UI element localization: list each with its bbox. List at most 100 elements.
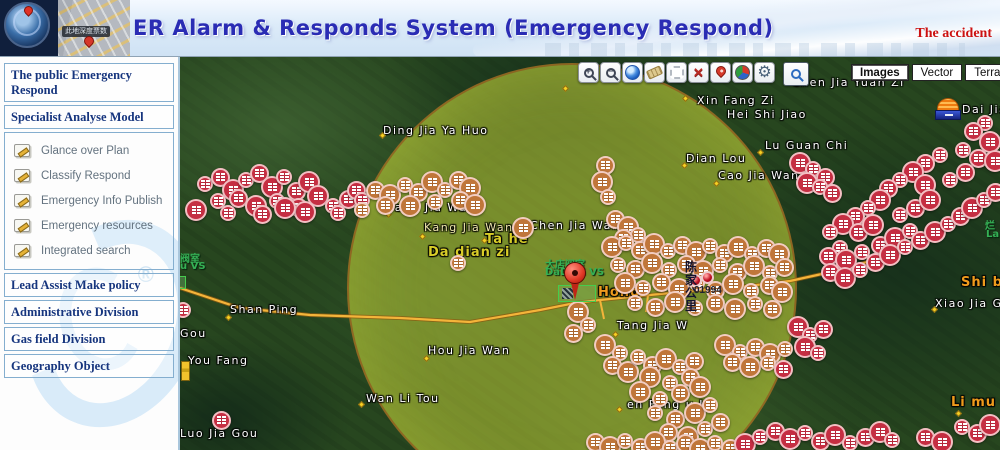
zoom-out-button[interactable] bbox=[600, 62, 621, 83]
extent-select-button[interactable] bbox=[666, 62, 687, 83]
accident-pin[interactable] bbox=[564, 262, 586, 302]
building-marker[interactable] bbox=[220, 205, 236, 221]
building-glyph bbox=[631, 265, 640, 273]
gas-facility-icon[interactable] bbox=[935, 98, 961, 123]
building-marker[interactable] bbox=[884, 432, 900, 448]
building-marker[interactable] bbox=[294, 201, 316, 223]
building-marker[interactable] bbox=[777, 341, 793, 357]
building-marker[interactable] bbox=[706, 294, 725, 313]
building-marker[interactable] bbox=[610, 257, 626, 273]
add-marker-button[interactable] bbox=[710, 62, 731, 83]
building-glyph bbox=[944, 220, 953, 228]
building-glyph bbox=[959, 146, 968, 154]
building-marker[interactable] bbox=[747, 296, 763, 312]
sidebar-header-geography-object[interactable]: Geography Object bbox=[4, 354, 174, 378]
base-layer-images-button[interactable]: Images bbox=[851, 64, 909, 81]
sidebar-item-label: Glance over Plan bbox=[41, 145, 129, 157]
sidebar-header-lead-assist-make-policy[interactable]: Lead Assist Make policy bbox=[4, 273, 174, 297]
building-marker[interactable] bbox=[185, 199, 207, 221]
building-marker[interactable] bbox=[274, 197, 296, 219]
derrick-icon[interactable] bbox=[181, 361, 190, 381]
building-marker[interactable] bbox=[641, 252, 663, 274]
building-glyph bbox=[909, 168, 918, 176]
building-marker[interactable] bbox=[862, 214, 884, 236]
building-marker[interactable] bbox=[564, 324, 583, 343]
sidebar-item-classify-respond[interactable]: Classify Respond bbox=[5, 163, 173, 188]
building-marker[interactable] bbox=[330, 205, 346, 221]
building-marker[interactable] bbox=[711, 413, 730, 432]
building-marker[interactable] bbox=[712, 257, 728, 273]
sidebar-item-glance-over-plan[interactable]: Glance over Plan bbox=[5, 138, 173, 163]
building-marker[interactable] bbox=[702, 397, 718, 413]
sidebar-header-specialist-analyse[interactable]: Specialist Analyse Model bbox=[4, 105, 174, 129]
building-glyph bbox=[888, 436, 897, 444]
pan-globe-button[interactable] bbox=[622, 62, 643, 83]
building-marker[interactable] bbox=[979, 414, 1000, 436]
search-button[interactable] bbox=[783, 62, 809, 86]
building-marker[interactable] bbox=[376, 196, 395, 215]
building-marker[interactable] bbox=[822, 224, 838, 240]
building-marker[interactable] bbox=[646, 298, 665, 317]
building-marker[interactable] bbox=[823, 184, 842, 203]
alarm-dot-marker[interactable] bbox=[701, 271, 714, 284]
base-layer-vector-button[interactable]: Vector bbox=[912, 64, 963, 81]
building-glyph bbox=[216, 173, 225, 181]
building-marker[interactable] bbox=[671, 384, 690, 403]
building-marker[interactable] bbox=[464, 194, 486, 216]
building-marker[interactable] bbox=[775, 258, 794, 277]
building-marker[interactable] bbox=[986, 183, 1000, 202]
clear-button[interactable] bbox=[688, 62, 709, 83]
sidebar-item-emergency-resources[interactable]: Emergency resources bbox=[5, 213, 173, 238]
building-marker[interactable] bbox=[399, 195, 421, 217]
building-marker[interactable] bbox=[629, 381, 651, 403]
building-marker[interactable] bbox=[984, 150, 1000, 172]
building-marker[interactable] bbox=[635, 280, 651, 296]
building-marker[interactable] bbox=[664, 291, 686, 313]
building-marker[interactable] bbox=[276, 169, 292, 185]
building-marker[interactable] bbox=[253, 205, 272, 224]
building-marker[interactable] bbox=[600, 189, 616, 205]
building-glyph bbox=[796, 159, 805, 167]
building-marker[interactable] bbox=[931, 431, 953, 450]
sidebar-item-emergency-info-publish[interactable]: Emergency Info Publish bbox=[5, 188, 173, 213]
building-glyph bbox=[968, 204, 977, 212]
sidebar-header-gas-field-division[interactable]: Gas field Division bbox=[4, 327, 174, 351]
measure-button[interactable] bbox=[644, 62, 665, 83]
building-glyph bbox=[441, 186, 450, 194]
building-marker[interactable] bbox=[814, 320, 833, 339]
zoom-in-button[interactable] bbox=[578, 62, 599, 83]
building-marker[interactable] bbox=[627, 295, 643, 311]
map-canvas[interactable]: Chen Jia Yuan ZiXin Fang ZiHei Shi JiaoD… bbox=[180, 57, 1000, 450]
edge-valve-station-icon[interactable] bbox=[180, 276, 186, 289]
building-marker[interactable] bbox=[739, 356, 761, 378]
building-glyph bbox=[657, 278, 666, 286]
sidebar: ® The public Emergency Respond Specialis… bbox=[0, 57, 180, 450]
building-marker[interactable] bbox=[722, 273, 744, 295]
place-label: Dai Jia bbox=[962, 103, 1000, 116]
sidebar-item-integrated-search[interactable]: Integrated search bbox=[5, 238, 173, 263]
building-glyph bbox=[454, 259, 463, 267]
building-marker[interactable] bbox=[450, 255, 466, 271]
building-marker[interactable] bbox=[810, 345, 826, 361]
building-marker[interactable] bbox=[763, 300, 782, 319]
layer-ball-button[interactable] bbox=[732, 62, 753, 83]
building-marker[interactable] bbox=[427, 194, 443, 210]
pipeline-kilometer-number: 01994 bbox=[694, 285, 722, 296]
building-marker[interactable] bbox=[512, 217, 534, 239]
building-marker[interactable] bbox=[354, 202, 370, 218]
sidebar-header-public-emergency[interactable]: The public Emergency Respond bbox=[4, 63, 174, 102]
sidebar-header-administrative-division[interactable]: Administrative Division bbox=[4, 300, 174, 324]
settings-gear-button[interactable] bbox=[754, 62, 775, 83]
sidebar-menu: Glance over PlanClassify RespondEmergenc… bbox=[4, 132, 174, 270]
building-marker[interactable] bbox=[647, 405, 663, 421]
building-marker[interactable] bbox=[614, 272, 636, 294]
building-glyph bbox=[314, 192, 323, 200]
building-marker[interactable] bbox=[956, 163, 975, 182]
building-marker[interactable] bbox=[919, 189, 941, 211]
building-marker[interactable] bbox=[724, 298, 746, 320]
building-marker[interactable] bbox=[689, 376, 711, 398]
building-marker[interactable] bbox=[212, 411, 231, 430]
building-glyph bbox=[280, 173, 289, 181]
building-marker[interactable] bbox=[774, 360, 793, 379]
base-layer-terrain-button[interactable]: Terrain bbox=[965, 64, 1000, 81]
